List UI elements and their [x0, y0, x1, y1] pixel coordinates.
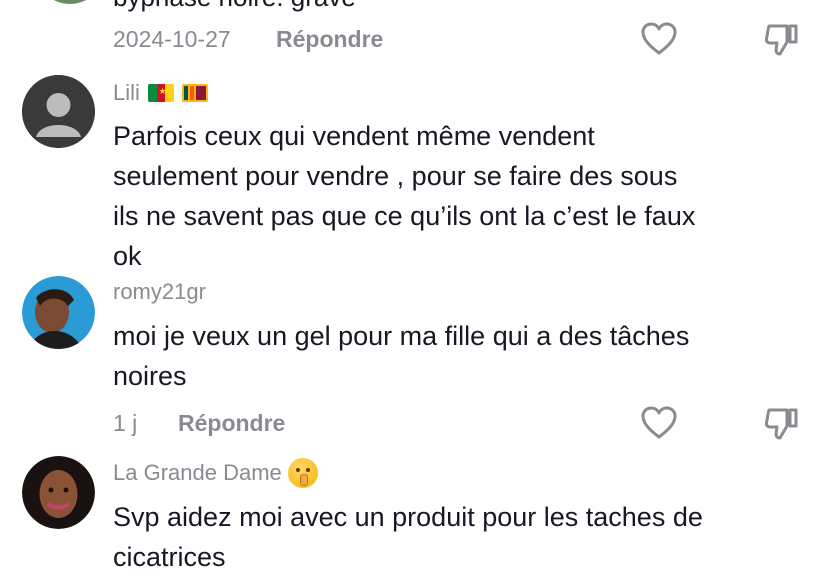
comment-text-previous: byphase noire. grave — [113, 0, 356, 13]
avatar[interactable] — [22, 75, 95, 148]
cameroon-flag-icon — [147, 84, 174, 102]
comment-username[interactable]: romy21gr — [113, 279, 206, 305]
username-text[interactable]: Lili — [113, 80, 140, 106]
comment-text: moi je veux un gel pour ma fille qui a d… — [113, 316, 689, 396]
heart-icon[interactable] — [641, 406, 677, 440]
comment-time: 1 j — [113, 410, 138, 436]
comment-line: ok — [113, 241, 142, 271]
comment-username[interactable]: Lili — [113, 80, 208, 106]
comment-line: ils ne savent pas que ce qu’ils ont la c… — [113, 201, 696, 231]
comment-username[interactable]: La Grande Dame — [113, 458, 318, 488]
comment-line: moi je veux un gel pour ma fille qui a d… — [113, 321, 690, 351]
comment-line: cicatrices — [113, 542, 226, 572]
reply-button[interactable]: Répondre — [178, 410, 285, 437]
comment-line: Parfois ceux qui vendent même vendent — [113, 121, 595, 151]
reply-button[interactable]: Répondre — [276, 26, 383, 53]
avatar-previous-comment[interactable] — [35, 0, 105, 4]
username-text[interactable]: romy21gr — [113, 279, 206, 305]
dislike-icon[interactable] — [763, 406, 799, 442]
comment-line: Svp aidez moi avec un produit pour les t… — [113, 502, 703, 532]
comment-line: noires — [113, 361, 187, 391]
comment-text: Svp aidez moi avec un produit pour les t… — [113, 497, 703, 577]
sri-lanka-flag-icon — [181, 84, 208, 102]
avatar[interactable] — [22, 456, 95, 529]
username-text[interactable]: La Grande Dame — [113, 460, 282, 486]
shushing-face-emoji — [287, 458, 318, 488]
comment-text: Parfois ceux qui vendent même vendent se… — [113, 116, 695, 276]
dislike-icon[interactable] — [763, 22, 799, 58]
comment-date: 2024-10-27 — [113, 26, 231, 52]
heart-icon[interactable] — [641, 22, 677, 56]
avatar[interactable] — [22, 276, 95, 349]
comment-line: seulement pour vendre , pour se faire de… — [113, 161, 678, 191]
